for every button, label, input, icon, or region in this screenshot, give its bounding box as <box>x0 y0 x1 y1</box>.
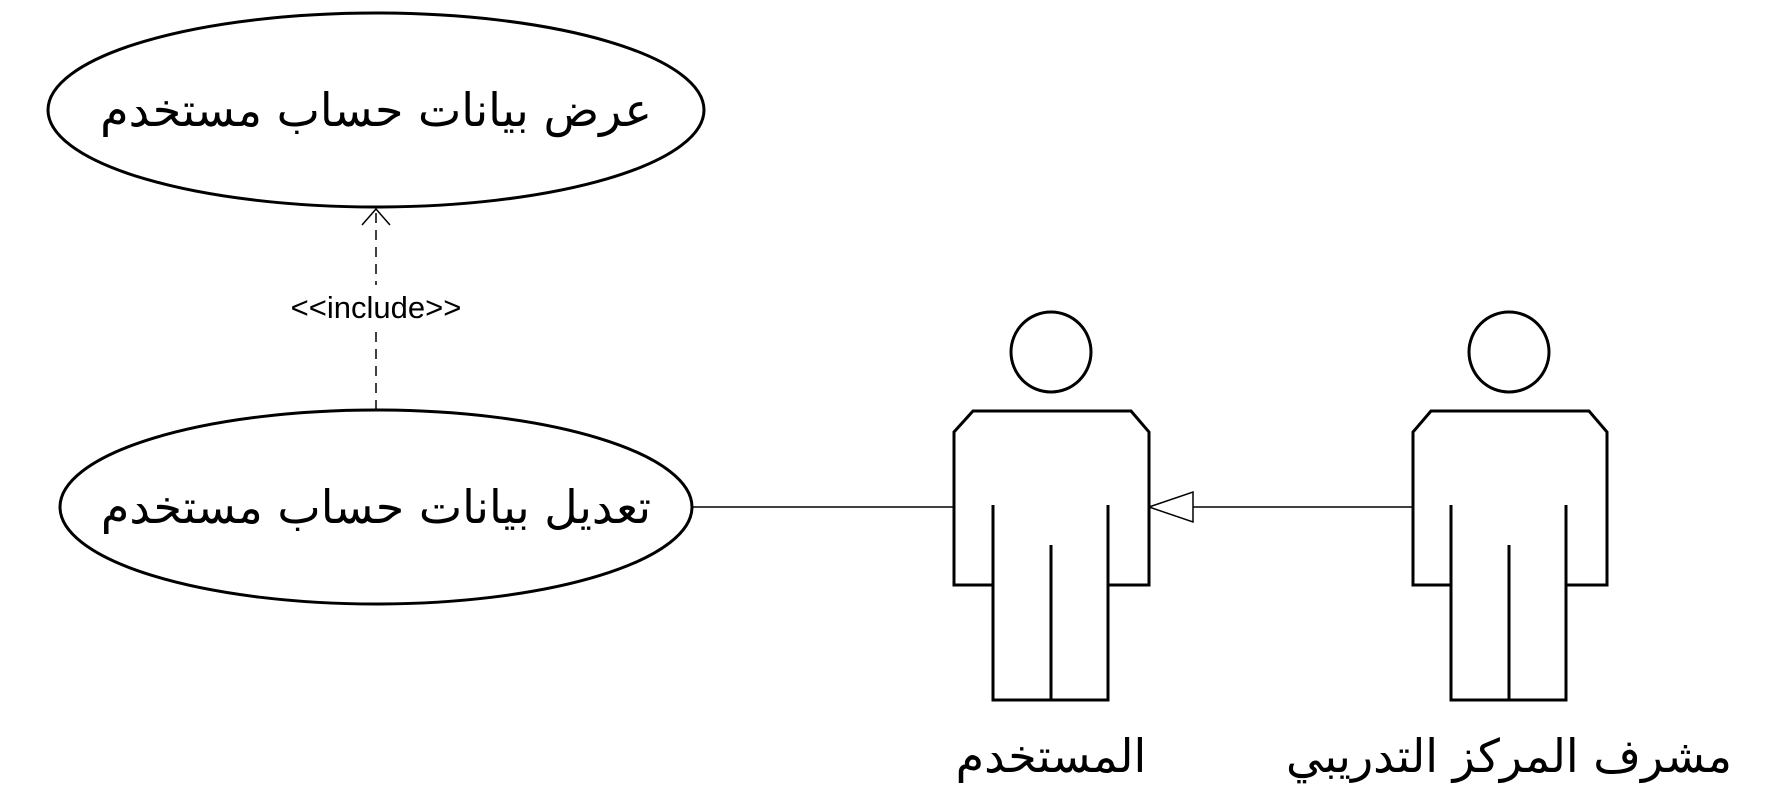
include-label: <<include>> <box>291 290 462 325</box>
actor-supervisor-head <box>1467 310 1551 394</box>
actor-training-supervisor[interactable]: مشرف المركز التدريبي <box>1286 310 1732 784</box>
actor-supervisor-label: مشرف المركز التدريبي <box>1286 729 1732 784</box>
actor-user-head <box>1009 310 1093 394</box>
generalization-relation <box>1146 490 1413 524</box>
generalization-arrowhead <box>1146 490 1194 524</box>
actor-user[interactable]: المستخدم <box>952 310 1151 783</box>
include-dependency: <<include>> <box>262 207 490 410</box>
use-case-view-account[interactable]: عرض بيانات حساب مستخدم <box>46 11 706 209</box>
use-case-view-account-label: عرض بيانات حساب مستخدم <box>100 83 652 138</box>
use-case-edit-account[interactable]: تعديل بيانات حساب مستخدم <box>58 408 694 606</box>
use-case-edit-account-label: تعديل بيانات حساب مستخدم <box>101 480 651 534</box>
actor-user-label: المستخدم <box>956 729 1147 783</box>
use-case-diagram: عرض بيانات حساب مستخدم <<include>> تعديل… <box>46 11 1732 784</box>
